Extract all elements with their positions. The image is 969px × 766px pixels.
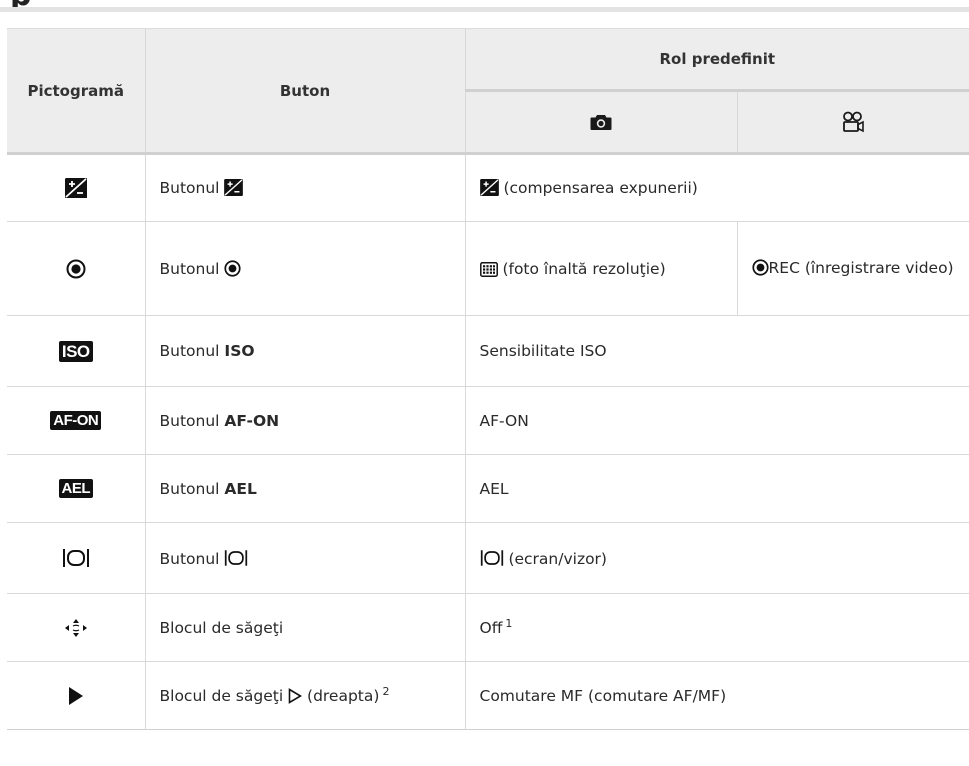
button-cell: Butonul AEL bbox=[144, 454, 466, 523]
role-photo-cell: (foto înaltă rezoluţie) bbox=[464, 221, 738, 316]
role-text: (ecran/vizor) bbox=[508, 549, 607, 568]
right-arrow-outline-icon bbox=[288, 687, 303, 704]
pictogram-cell: AEL bbox=[7, 454, 146, 523]
exposure-compensation-icon bbox=[479, 179, 499, 196]
table-row: Butonul (foto înaltă rezoluţie) REC (înr… bbox=[7, 221, 969, 316]
af-on-icon: AF-ON bbox=[50, 411, 102, 430]
button-key: AF-ON bbox=[224, 411, 280, 430]
button-cell: Butonul bbox=[144, 153, 466, 222]
header-buton: Buton bbox=[144, 28, 466, 155]
button-suffix: (dreapta) bbox=[307, 686, 380, 705]
button-cell: Blocul de săgeţi (dreapta) 2 bbox=[144, 661, 466, 730]
button-key: AEL bbox=[224, 479, 257, 498]
button-prefix: Blocul de săgeţi bbox=[159, 686, 284, 705]
header-rol-predefinit: Rol predefinit bbox=[464, 28, 969, 92]
role-text: Off bbox=[479, 618, 503, 637]
lv-switch-icon bbox=[480, 549, 503, 566]
record-icon bbox=[751, 259, 769, 276]
table-row: ISO Butonul ISO Sensibilitate ISO bbox=[7, 315, 969, 387]
high-res-shot-icon bbox=[479, 261, 498, 277]
button-cell: Blocul de săgeţi bbox=[144, 593, 466, 662]
button-prefix: Butonul bbox=[159, 342, 220, 360]
button-function-table: Pictogramă Buton Rol predefinit Butonul … bbox=[7, 28, 969, 730]
table-row: AEL Butonul AEL AEL bbox=[7, 454, 969, 523]
table-row: Blocul de săgeţi (dreapta) 2 Comutare MF … bbox=[7, 661, 969, 730]
button-prefix: Butonul bbox=[159, 259, 220, 278]
role-movie-cell: REC (înregistrare video) bbox=[736, 221, 969, 316]
lv-switch-icon bbox=[62, 549, 89, 567]
table-row: AF-ON Butonul AF-ON AF-ON bbox=[7, 386, 969, 455]
role-cell: Comutare MF (comutare AF/MF) bbox=[464, 661, 969, 730]
button-cell: Butonul bbox=[144, 221, 466, 316]
role-movie-text: REC (înregistrare video) bbox=[768, 259, 954, 278]
pictogram-cell bbox=[7, 593, 146, 662]
exposure-compensation-icon bbox=[224, 179, 244, 196]
record-icon bbox=[224, 259, 241, 277]
pictogram-cell bbox=[7, 153, 146, 222]
pictogram-cell bbox=[7, 661, 146, 730]
movie-icon bbox=[843, 111, 865, 133]
button-key: ISO bbox=[224, 342, 255, 360]
button-prefix: Butonul bbox=[159, 411, 220, 430]
role-photo-text: (foto înaltă rezoluţie) bbox=[502, 259, 666, 278]
pictogram-cell bbox=[7, 221, 146, 316]
exposure-compensation-icon bbox=[64, 178, 87, 198]
button-cell: Butonul bbox=[144, 522, 466, 594]
role-cell: AF-ON bbox=[464, 386, 969, 455]
button-prefix: Butonul bbox=[159, 549, 220, 568]
role-cell: (compensarea expunerii) bbox=[464, 153, 969, 222]
table-row: Butonul (ecran/vizor) bbox=[7, 522, 969, 594]
iso-icon: ISO bbox=[58, 340, 93, 362]
pictogram-cell bbox=[7, 522, 146, 594]
pictogram-cell: ISO bbox=[7, 315, 146, 387]
role-text: (compensarea expunerii) bbox=[503, 179, 698, 197]
header-movie-mode bbox=[736, 90, 969, 155]
table-row: Blocul de săgeţi Off 1 bbox=[7, 593, 969, 662]
button-cell: Butonul AF-ON bbox=[144, 386, 466, 455]
footnote-marker: 2 bbox=[382, 684, 390, 698]
heading-rule bbox=[0, 7, 969, 12]
camera-icon bbox=[590, 115, 612, 131]
record-icon bbox=[66, 259, 86, 278]
table-row: Butonul (compensarea expunerii) bbox=[7, 153, 969, 222]
footnote-marker: 1 bbox=[505, 616, 513, 630]
header-photo-mode bbox=[465, 90, 738, 155]
header-pictograma: Pictogramă bbox=[7, 28, 146, 155]
button-prefix: Butonul bbox=[159, 479, 220, 498]
role-cell: Sensibilitate ISO bbox=[464, 315, 969, 387]
button-cell: Butonul ISO bbox=[144, 315, 466, 387]
ael-icon: AEL bbox=[58, 479, 93, 498]
role-cell: Off 1 bbox=[464, 593, 969, 662]
lv-switch-icon bbox=[225, 549, 248, 566]
pictogram-cell: AF-ON bbox=[7, 386, 146, 455]
role-cell: (ecran/vizor) bbox=[464, 522, 969, 594]
arrow-pad-icon bbox=[64, 618, 87, 637]
play-triangle-icon bbox=[68, 686, 83, 705]
button-prefix: Butonul bbox=[159, 179, 220, 197]
role-cell: AEL bbox=[464, 454, 969, 523]
